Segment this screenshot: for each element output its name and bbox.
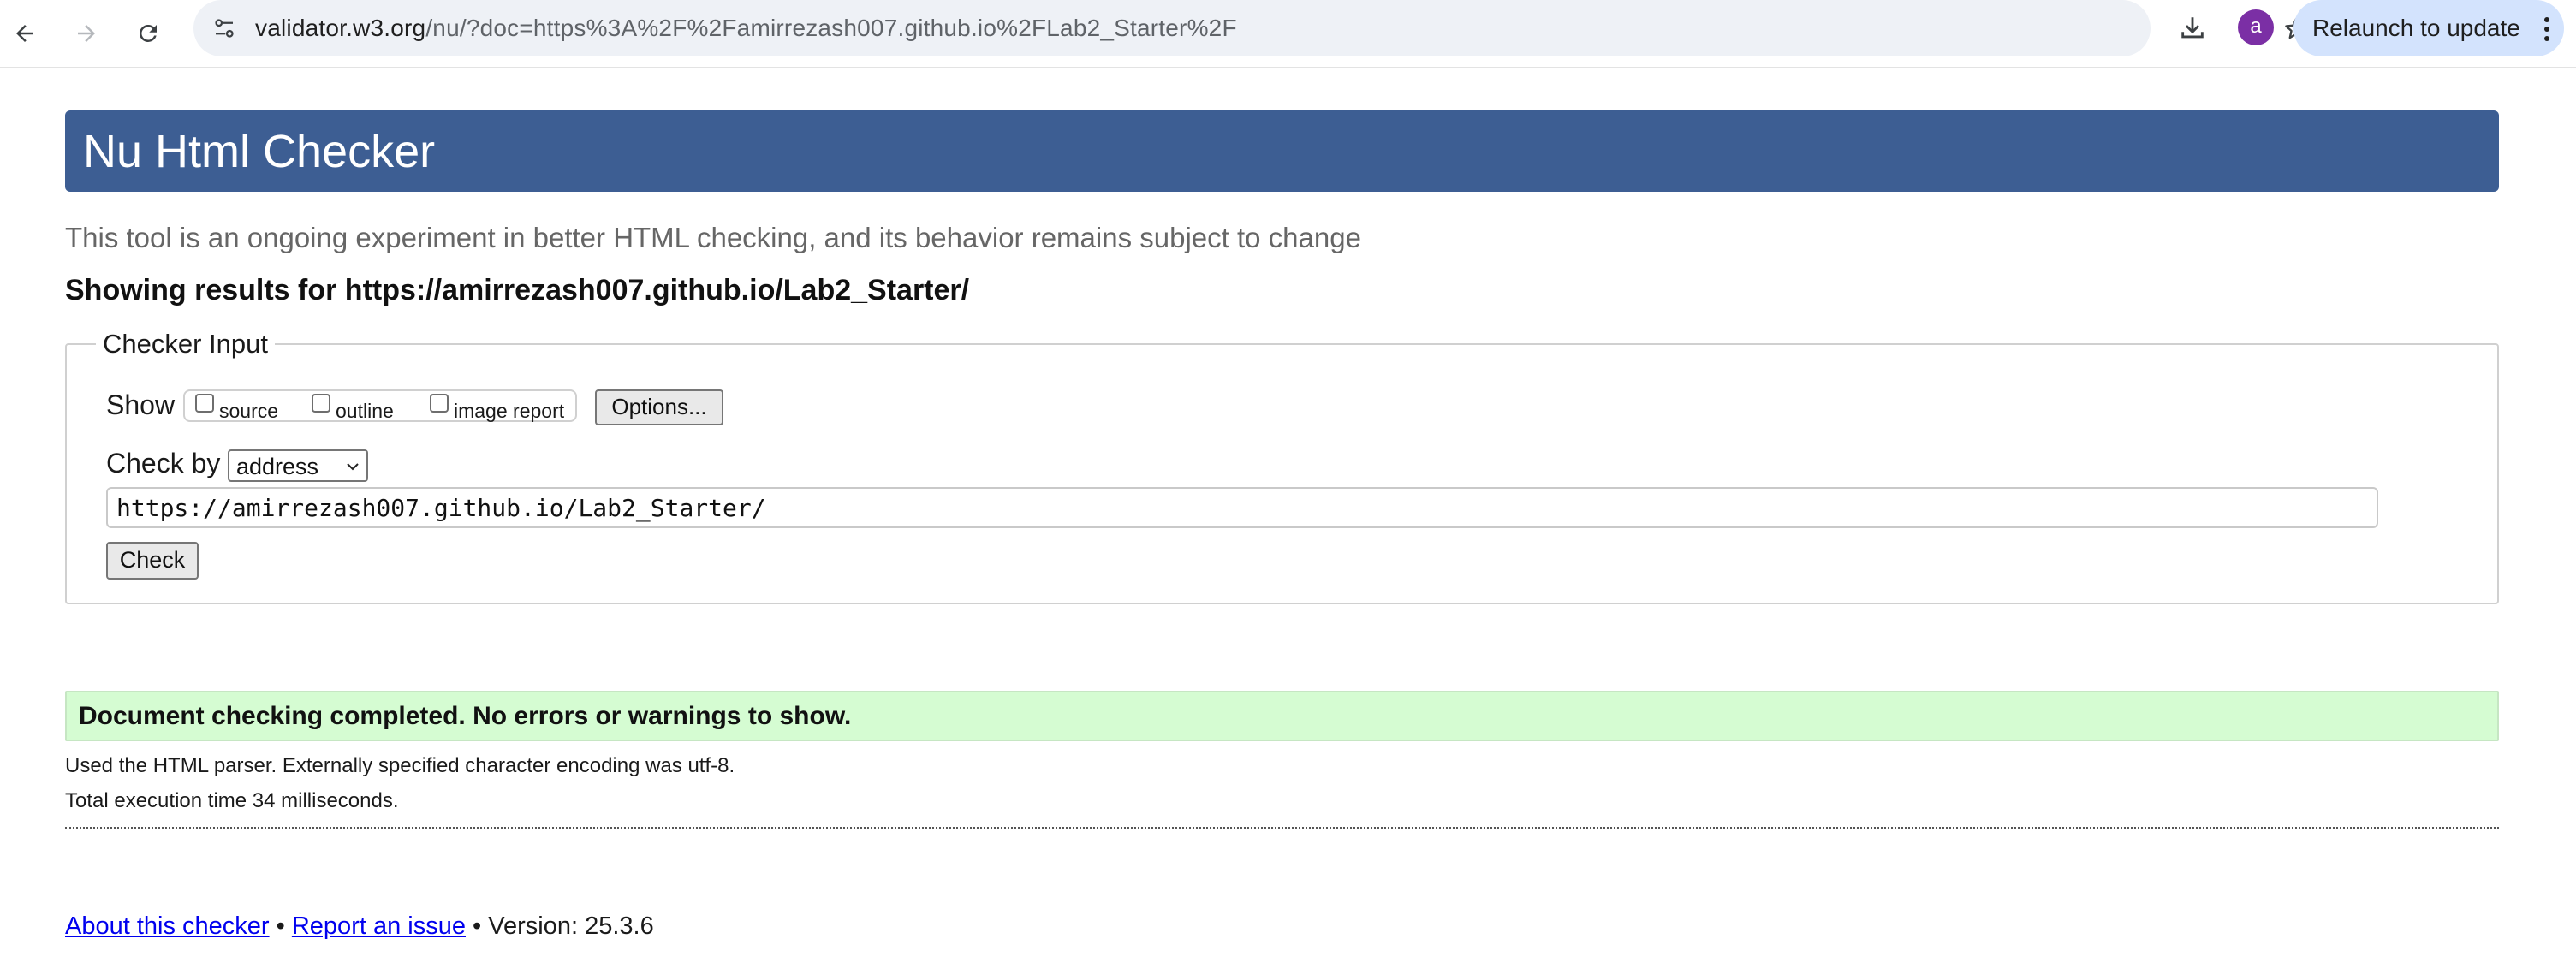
relaunch-label: Relaunch to update: [2312, 15, 2520, 41]
outline-checkbox[interactable]: [312, 394, 330, 413]
check-button[interactable]: Check: [106, 542, 199, 580]
version-text: Version: 25.3.6: [488, 912, 654, 940]
page-tagline: This tool is an ongoing experiment in be…: [65, 222, 1361, 253]
checker-input-legend: Checker Input: [96, 328, 275, 360]
address-bar[interactable]: validator.w3.org/nu/?doc=https%3A%2F%2Fa…: [193, 0, 2307, 56]
report-issue-link[interactable]: Report an issue: [292, 912, 466, 940]
check-by-selected-value: address: [236, 454, 319, 479]
showing-results-heading: Showing results for https://amirrezash00…: [65, 274, 970, 306]
page-footer: About this checker • Report an issue • V…: [65, 911, 654, 942]
image-report-checkbox-label[interactable]: image report: [454, 400, 564, 422]
back-arrow-icon: [12, 21, 38, 46]
browser-toolbar: validator.w3.org/nu/?doc=https%3A%2F%2Fa…: [0, 0, 2576, 68]
reload-icon: [135, 21, 161, 46]
about-checker-link[interactable]: About this checker: [65, 912, 270, 940]
forward-button[interactable]: [65, 12, 108, 55]
show-options-group: source outline image report: [183, 389, 577, 422]
options-button[interactable]: Options...: [595, 389, 723, 425]
source-checkbox[interactable]: [195, 394, 214, 413]
check-by-label: Check by: [106, 448, 221, 478]
outline-checkbox-label[interactable]: outline: [336, 400, 394, 422]
document-url-value: https://amirrezash007.github.io/Lab2_Sta…: [116, 494, 766, 522]
profile-avatar[interactable]: a: [2238, 9, 2274, 45]
url-text[interactable]: validator.w3.org/nu/?doc=https%3A%2F%2Fa…: [255, 13, 1237, 44]
parser-info: Used the HTML parser. Externally specifi…: [65, 754, 735, 777]
forward-arrow-icon: [74, 21, 99, 46]
execution-time: Total execution time 34 milliseconds.: [65, 789, 399, 812]
url-host: validator.w3.org: [255, 15, 426, 41]
success-message: Document checking completed. No errors o…: [79, 702, 852, 730]
url-path: /nu/?doc=https%3A%2F%2Famirrezash007.git…: [425, 15, 1237, 41]
source-checkbox-label[interactable]: source: [219, 400, 278, 422]
footer-divider: [65, 827, 2499, 829]
download-icon[interactable]: [2173, 9, 2212, 48]
site-info-icon[interactable]: [207, 11, 241, 45]
checker-input-fieldset: Checker Input Show source outline image …: [65, 328, 2499, 604]
show-label: Show: [106, 389, 176, 420]
relaunch-to-update-button[interactable]: Relaunch to update: [2293, 0, 2564, 56]
page-title: Nu Html Checker: [83, 126, 436, 177]
document-url-input[interactable]: https://amirrezash007.github.io/Lab2_Sta…: [106, 487, 2378, 528]
reload-button[interactable]: [127, 12, 170, 55]
back-button[interactable]: [3, 12, 46, 55]
success-message-box: Document checking completed. No errors o…: [65, 691, 2499, 741]
check-by-select[interactable]: address: [228, 449, 368, 482]
chevron-down-icon: [344, 458, 361, 475]
image-report-checkbox[interactable]: [430, 394, 449, 413]
more-menu-icon[interactable]: [2538, 12, 2555, 46]
page-header: Nu Html Checker: [65, 110, 2499, 192]
footer-separator: •: [269, 912, 292, 940]
footer-separator: •: [465, 912, 489, 940]
